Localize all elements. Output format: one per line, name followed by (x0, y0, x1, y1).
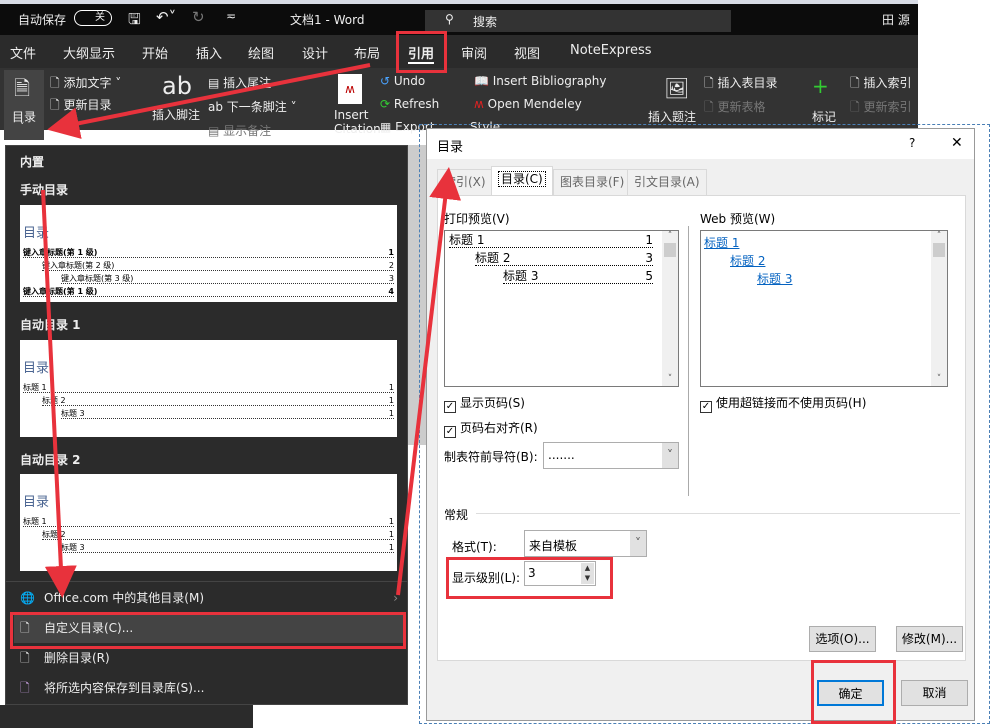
tab-toc[interactable]: 目录(C) (491, 166, 553, 195)
arrow (47, 63, 371, 139)
tab-toc-label: 目录(C) (498, 171, 546, 187)
arrow (396, 167, 462, 596)
arrow (41, 189, 77, 598)
annotation-arrows (41, 63, 462, 598)
